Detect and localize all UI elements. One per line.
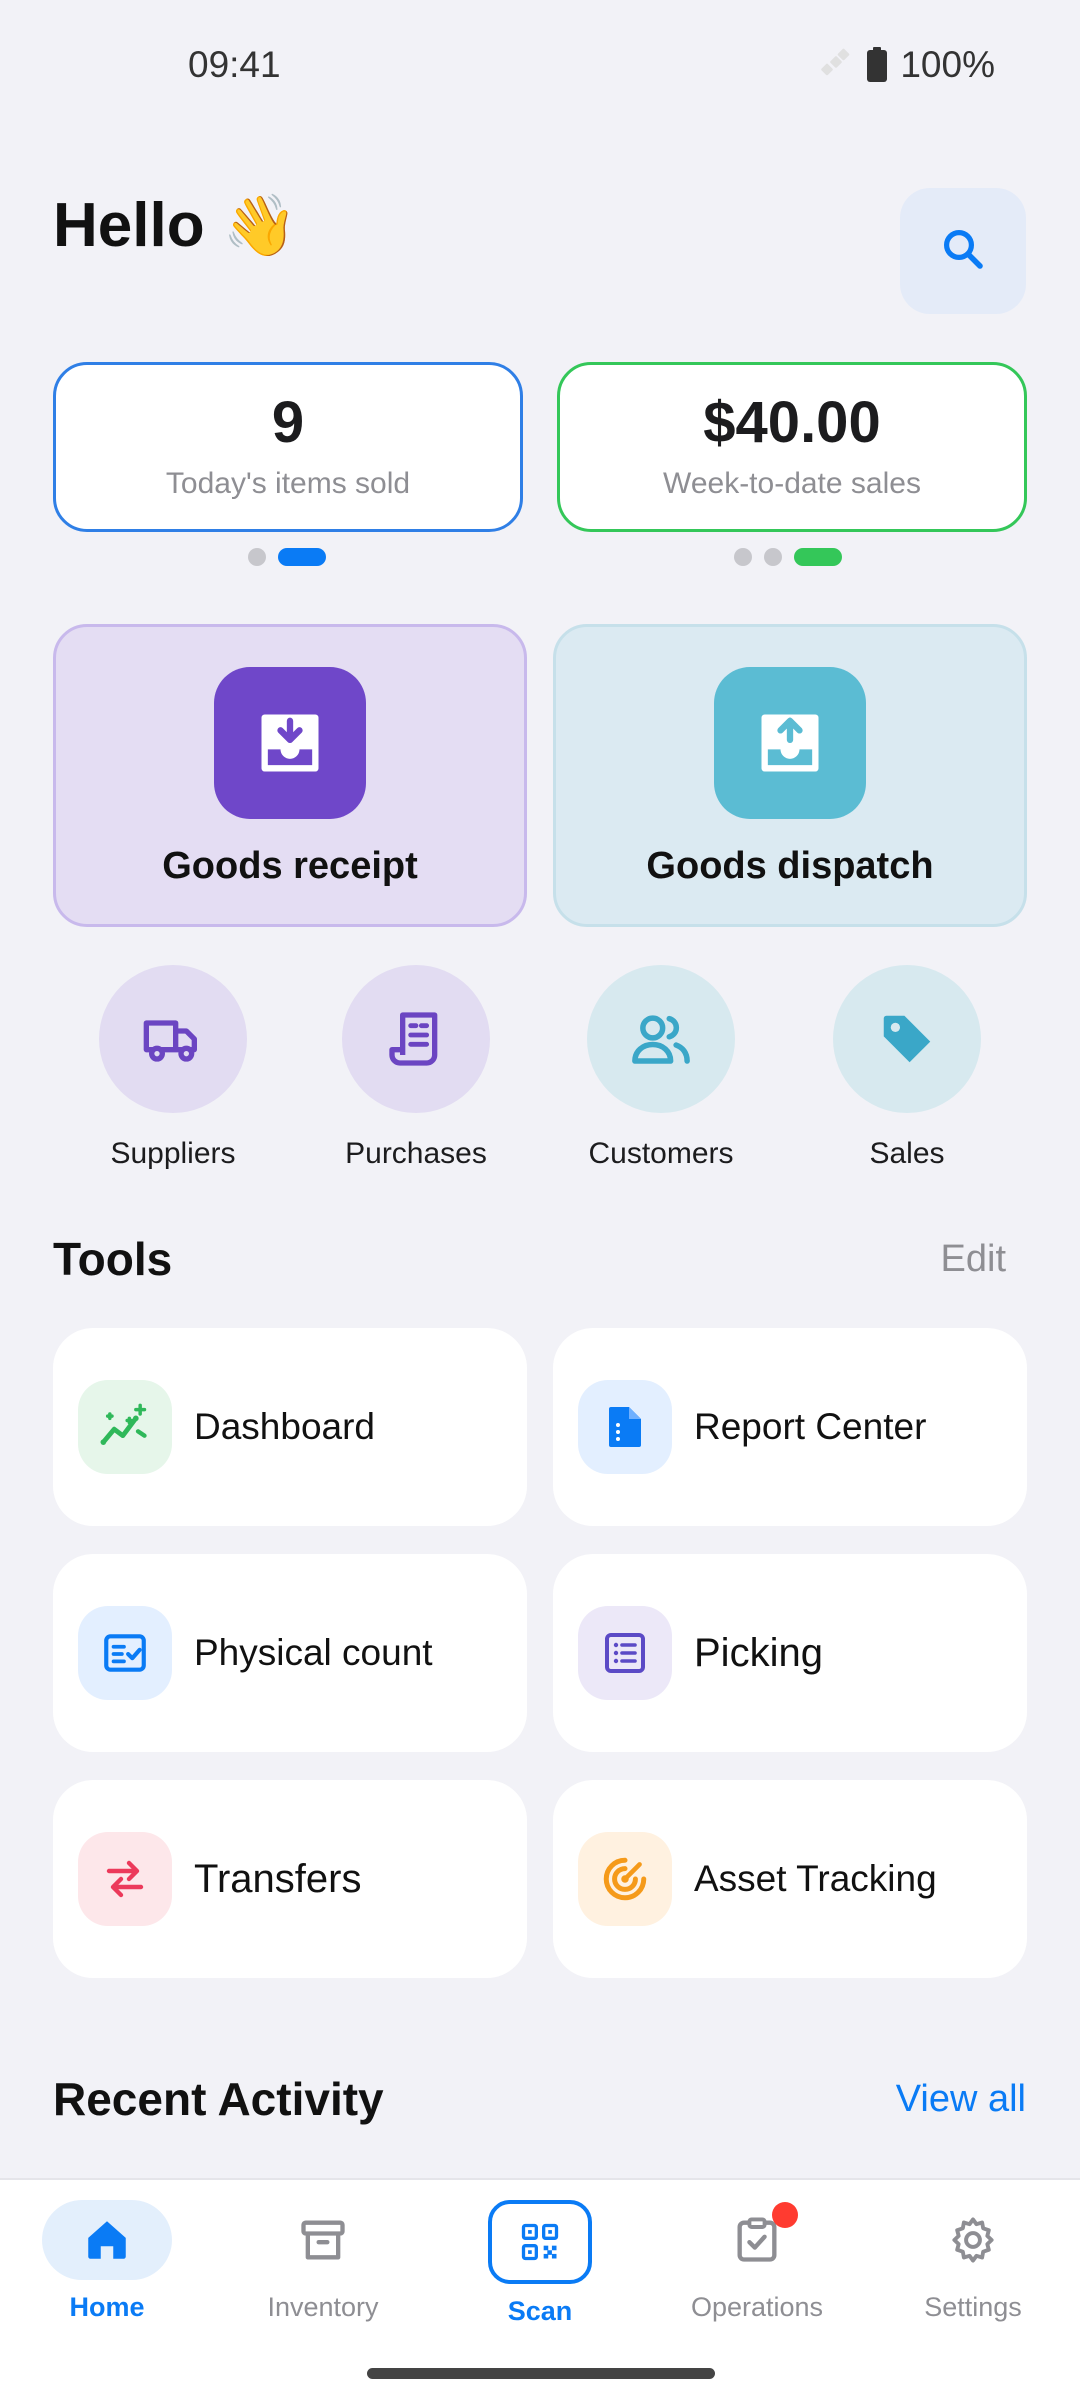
shortcut-label: Sales	[869, 1137, 945, 1170]
nav-label: Operations	[690, 2292, 824, 2322]
shortcut-suppliers[interactable]: Suppliers	[73, 965, 273, 1171]
search-icon	[939, 225, 987, 278]
tool-physical-count[interactable]: Physical count	[53, 1554, 527, 1752]
tool-label: Physical count	[194, 1632, 433, 1673]
tool-picking[interactable]: Picking	[553, 1554, 1027, 1752]
radar-icon	[578, 1832, 672, 1926]
home-icon	[42, 2200, 172, 2280]
nav-inventory[interactable]: Inventory	[233, 2200, 413, 2323]
tools-title: Tools	[53, 1233, 173, 1285]
search-button[interactable]	[900, 188, 1026, 314]
nav-home[interactable]: Home	[17, 2200, 197, 2323]
tool-label: Picking	[694, 1630, 823, 1675]
tool-asset-tracking[interactable]: Asset Tracking	[553, 1780, 1027, 1978]
pager-dot	[764, 548, 782, 566]
tool-label: Report Center	[694, 1406, 927, 1447]
battery-icon	[866, 47, 888, 83]
status-time: 09:41	[188, 44, 281, 85]
waving-hand-emoji: 👋	[222, 192, 298, 259]
shortcut-label: Customers	[588, 1137, 734, 1170]
nav-label: Scan	[507, 2296, 573, 2326]
greeting-text: Hello	[53, 191, 205, 260]
status-indicators: 100%	[818, 44, 995, 86]
week-sales-value: $40.00	[703, 389, 881, 455]
bottom-nav: Home Inventory Scan Operations Settings	[0, 2178, 1080, 2400]
list-icon	[578, 1606, 672, 1700]
goods-receipt-label: Goods receipt	[162, 845, 418, 887]
home-indicator[interactable]	[367, 2368, 715, 2379]
week-sales-pager	[734, 548, 842, 566]
goods-dispatch-tile[interactable]: Goods dispatch	[553, 624, 1027, 927]
week-sales-label: Week-to-date sales	[663, 467, 921, 501]
pager-dot-active	[278, 548, 326, 566]
tool-label: Dashboard	[194, 1406, 376, 1447]
shortcut-purchases[interactable]: Purchases	[316, 965, 516, 1171]
goods-receipt-tile[interactable]: Goods receipt	[53, 624, 527, 927]
tag-icon	[833, 965, 981, 1113]
greeting-title: Hello 👋	[53, 190, 297, 261]
recent-activity-title: Recent Activity	[53, 2073, 384, 2125]
checklist-icon	[78, 1606, 172, 1700]
items-sold-label: Today's items sold	[165, 467, 411, 501]
archive-box-icon	[258, 2200, 388, 2280]
status-bar: 09:41 100%	[0, 0, 1080, 135]
gear-icon	[908, 2200, 1038, 2280]
tool-label: Asset Tracking	[694, 1858, 937, 1899]
nav-scan[interactable]: Scan	[450, 2200, 630, 2327]
tool-transfers[interactable]: Transfers	[53, 1780, 527, 1978]
nav-label: Home	[69, 2292, 145, 2322]
swap-arrows-icon	[78, 1832, 172, 1926]
tool-dashboard[interactable]: Dashboard	[53, 1328, 527, 1526]
battery-percent: 100%	[900, 44, 995, 85]
shortcut-label: Suppliers	[110, 1137, 236, 1170]
pager-dot-active	[794, 548, 842, 566]
qr-code-icon	[488, 2200, 592, 2284]
nav-label: Inventory	[267, 2292, 379, 2322]
tools-edit-button[interactable]: Edit	[941, 1238, 1006, 1281]
pager-dot	[734, 548, 752, 566]
shortcut-sales[interactable]: Sales	[807, 965, 1007, 1171]
document-icon	[578, 1380, 672, 1474]
shortcut-customers[interactable]: Customers	[561, 965, 761, 1171]
users-icon	[587, 965, 735, 1113]
tool-report-center[interactable]: Report Center	[553, 1328, 1027, 1526]
notification-badge	[772, 2202, 798, 2228]
items-sold-card[interactable]: 9 Today's items sold	[53, 362, 523, 532]
truck-icon	[99, 965, 247, 1113]
goods-dispatch-label: Goods dispatch	[646, 845, 934, 887]
week-sales-card[interactable]: $40.00 Week-to-date sales	[557, 362, 1027, 532]
receipt-icon	[342, 965, 490, 1113]
clipboard-check-icon	[692, 2200, 822, 2280]
trend-sparkle-icon	[78, 1380, 172, 1474]
nav-operations[interactable]: Operations	[667, 2200, 847, 2323]
nav-label: Settings	[924, 2292, 1022, 2322]
pager-dot	[248, 548, 266, 566]
shortcut-label: Purchases	[345, 1137, 487, 1170]
view-all-link[interactable]: View all	[896, 2078, 1026, 2121]
tool-label: Transfers	[194, 1856, 362, 1901]
inbox-upload-icon	[714, 667, 866, 819]
inbox-download-icon	[214, 667, 366, 819]
signal-icon	[818, 47, 854, 83]
nav-settings[interactable]: Settings	[883, 2200, 1063, 2323]
items-sold-value: 9	[271, 389, 305, 455]
items-sold-pager	[248, 548, 326, 566]
